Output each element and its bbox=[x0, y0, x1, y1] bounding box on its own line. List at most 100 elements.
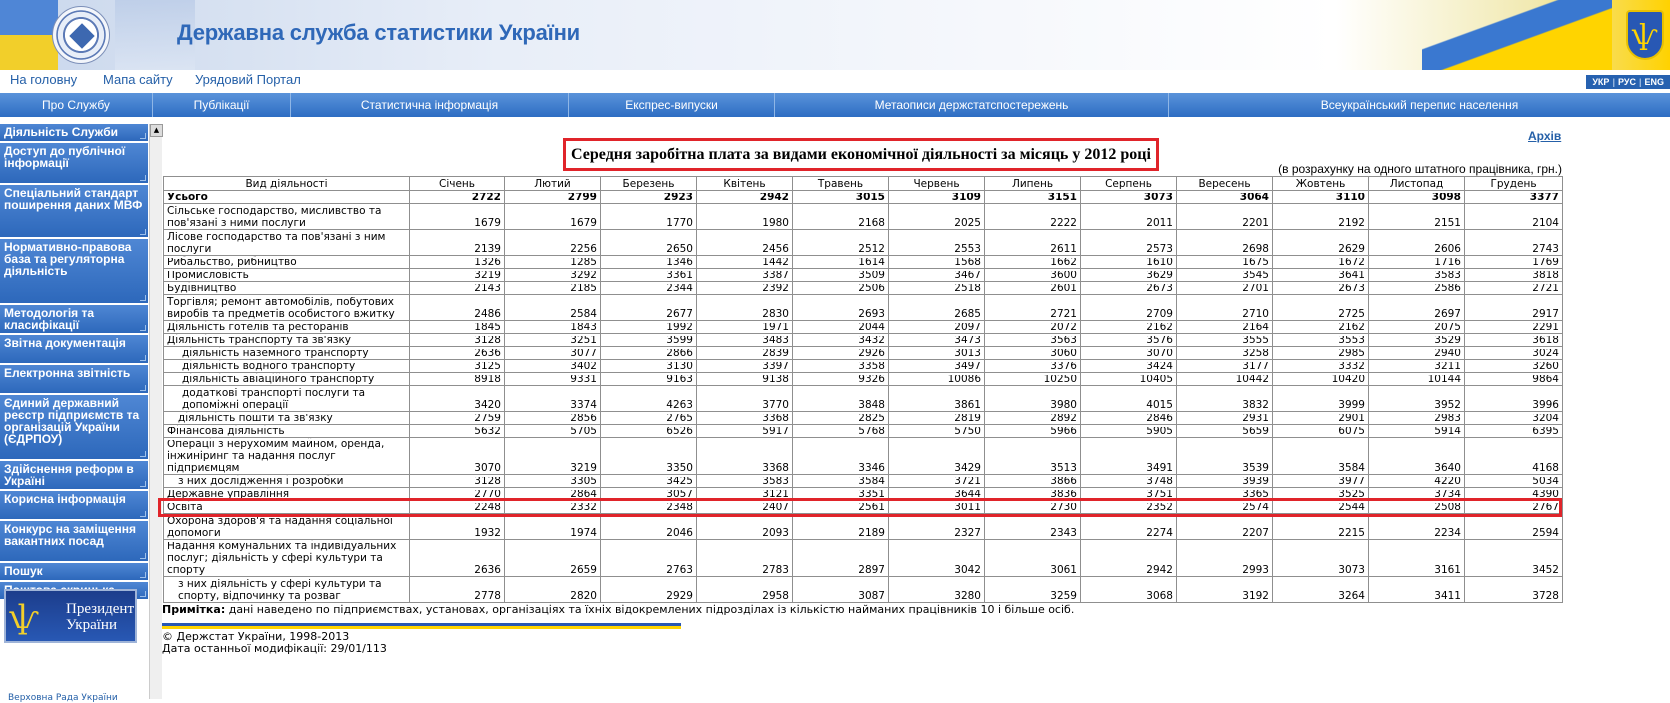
cell-value: 5905 bbox=[1080, 424, 1177, 438]
cell-value: 3077 bbox=[504, 346, 601, 360]
cell-value: 3748 bbox=[1080, 474, 1177, 488]
sidebar-item[interactable]: Єдиний державний реєстр підприємств та о… bbox=[0, 395, 148, 461]
cell-value: 2778 bbox=[409, 576, 505, 603]
cell-value: 2763 bbox=[600, 539, 697, 577]
link-gov-portal[interactable]: Урядовий Портал bbox=[195, 72, 301, 87]
row-label: Будівництво bbox=[163, 281, 410, 295]
cell-value: 3996 bbox=[1464, 385, 1563, 412]
cell-value: 10086 bbox=[888, 372, 985, 386]
cell-value: 3952 bbox=[1368, 385, 1465, 412]
site-title[interactable]: Державна служба статистики України bbox=[177, 20, 580, 46]
cell-value: 2673 bbox=[1080, 281, 1177, 295]
cell-value: 10250 bbox=[984, 372, 1081, 386]
row-label: діяльність наземного транспорту bbox=[163, 346, 410, 360]
archive-link[interactable]: Архів bbox=[1528, 129, 1561, 143]
cell-value: 2162 bbox=[1272, 320, 1369, 334]
banner-line1: Президент bbox=[66, 601, 134, 617]
sidebar-item[interactable]: Конкурс на заміщення вакантних посад bbox=[0, 521, 148, 563]
cell-value: 9138 bbox=[696, 372, 793, 386]
sidebar-item[interactable]: Корисна інформація bbox=[0, 491, 148, 521]
sidebar-item[interactable]: Пошук bbox=[0, 563, 148, 582]
cell-value: 3251 bbox=[504, 333, 601, 347]
nav-stat-info[interactable]: Статистична інформація bbox=[291, 93, 569, 117]
sidebar-item[interactable]: Спеціальний стандарт поширення даних МВФ bbox=[0, 185, 148, 239]
cell-value: 2553 bbox=[888, 229, 985, 256]
cell-value: 3013 bbox=[888, 346, 985, 360]
cell-value: 1285 bbox=[504, 255, 601, 269]
cell-value: 3177 bbox=[1176, 359, 1273, 373]
cell-value: 3977 bbox=[1272, 474, 1369, 488]
cell-value: 2897 bbox=[792, 539, 889, 577]
cell-value: 2659 bbox=[504, 539, 601, 577]
cell-value: 3397 bbox=[696, 359, 793, 373]
row-label: Сільське господарство, мисливство та пов… bbox=[163, 203, 410, 230]
cell-value: 1992 bbox=[600, 320, 697, 334]
header-month: Березень bbox=[600, 176, 697, 191]
cell-value: 2942 bbox=[696, 190, 793, 204]
cell-value: 1932 bbox=[409, 513, 505, 540]
president-banner[interactable]: ѱ Президент України bbox=[4, 589, 137, 643]
link-home[interactable]: На головну bbox=[10, 72, 77, 87]
cell-value: 2486 bbox=[409, 294, 505, 321]
cell-value: 2606 bbox=[1368, 229, 1465, 256]
cell-value: 2765 bbox=[600, 411, 697, 425]
note: Примітка: дані наведено по підприємствах… bbox=[162, 603, 1074, 616]
nav-metadata[interactable]: Метаописи держстатспостережень bbox=[775, 93, 1169, 117]
lang-ukr[interactable]: УКР bbox=[1592, 77, 1609, 87]
nav-express[interactable]: Експрес-випуски bbox=[569, 93, 775, 117]
nav-census[interactable]: Всеукраїнський перепис населення bbox=[1169, 93, 1670, 117]
cell-value: 2629 bbox=[1272, 229, 1369, 256]
parliament-link[interactable]: Верховна Рада України bbox=[8, 693, 118, 703]
page-title: Середня заробітна плата за видами економ… bbox=[571, 146, 1151, 163]
cell-value: 2931 bbox=[1176, 411, 1273, 425]
sidebar-item[interactable]: Методологія та класифікації bbox=[0, 305, 148, 335]
sidebar-scrollbar[interactable]: ▲ bbox=[149, 124, 163, 699]
site-logo-icon[interactable] bbox=[52, 6, 110, 64]
cell-value: 3061 bbox=[984, 539, 1081, 577]
cell-value: 3130 bbox=[600, 359, 697, 373]
banner-line2: України bbox=[66, 617, 117, 633]
row-label: Надання комунальних та індивідуальних по… bbox=[163, 539, 410, 577]
sidebar-item[interactable]: Нормативно-правова база та регуляторна д… bbox=[0, 239, 148, 305]
scroll-up-icon[interactable]: ▲ bbox=[150, 124, 163, 137]
table-row: Діяльність транспорту та зв'язку 3128 3251… bbox=[163, 333, 1563, 347]
cell-value: 1610 bbox=[1080, 255, 1177, 269]
sidebar-item[interactable]: Діяльність Служби bbox=[0, 124, 148, 143]
cell-value: 5966 bbox=[984, 424, 1081, 438]
cell-value: 10405 bbox=[1080, 372, 1177, 386]
cell-value: 2518 bbox=[888, 281, 985, 295]
cell-value: 1980 bbox=[696, 203, 793, 230]
cell-value: 2693 bbox=[792, 294, 889, 321]
top-links: На головну Мапа сайту Урядовий Портал bbox=[0, 72, 1670, 90]
sidebar-item[interactable]: Доступ до публічної інформації bbox=[0, 143, 148, 185]
table-row: Сільське господарство, мисливство та пов… bbox=[163, 203, 1563, 230]
nav-publications[interactable]: Публікації bbox=[153, 93, 291, 117]
cell-value: 9326 bbox=[792, 372, 889, 386]
cell-value: 3483 bbox=[696, 333, 793, 347]
sidebar-item[interactable]: Електронна звітність bbox=[0, 365, 148, 395]
table-row: Рибальство, рибництво 1326 1285 1346 1442 161… bbox=[163, 255, 1563, 269]
cell-value: 2839 bbox=[696, 346, 793, 360]
header-month: Травень bbox=[792, 176, 889, 191]
cell-value: 3818 bbox=[1464, 268, 1563, 282]
header-month: Вересень bbox=[1176, 176, 1273, 191]
lang-rus[interactable]: РУС bbox=[1618, 77, 1636, 87]
lang-eng[interactable]: ENG bbox=[1644, 77, 1664, 87]
cell-value: 2097 bbox=[888, 320, 985, 334]
cell-value: 3980 bbox=[984, 385, 1081, 412]
cell-value: 2222 bbox=[984, 203, 1081, 230]
nav-about[interactable]: Про Службу bbox=[0, 93, 153, 117]
cell-value: 10442 bbox=[1176, 372, 1273, 386]
cell-value: 2072 bbox=[984, 320, 1081, 334]
cell-value: 2636 bbox=[409, 346, 505, 360]
cell-value: 5632 bbox=[409, 424, 505, 438]
cell-value: 2392 bbox=[696, 281, 793, 295]
row-label: Лісове господарство та пов'язані з ним п… bbox=[163, 229, 410, 256]
sidebar-item[interactable]: Звітна документація bbox=[0, 335, 148, 365]
sidebar-item[interactable]: Здійснення реформ в Україні bbox=[0, 461, 148, 491]
cell-value: 2044 bbox=[792, 320, 889, 334]
cell-value: 2139 bbox=[409, 229, 505, 256]
link-sitemap[interactable]: Мапа сайту bbox=[103, 72, 173, 87]
table-row: Усього 2722 2799 2923 2942 3015 3109 3151 3073 30… bbox=[163, 190, 1563, 204]
table-row: Надання комунальних та індивідуальних по… bbox=[163, 539, 1563, 577]
